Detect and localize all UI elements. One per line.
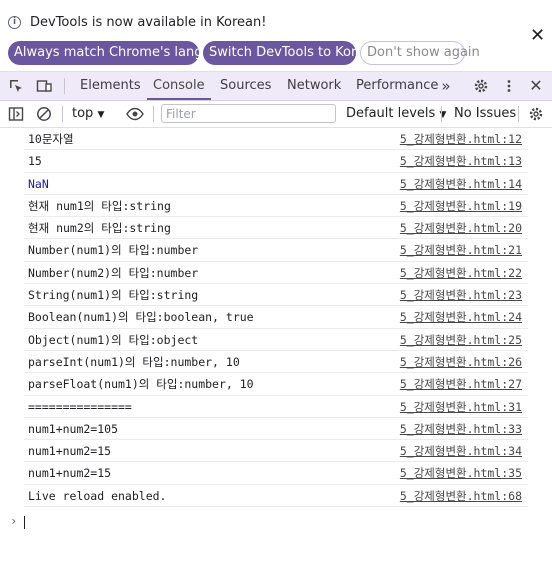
console-messages: 10문자열 5_강제형변환.html:12 15 5_강제형변환.html:13 NaN… [0,128,552,508]
console-message-row: 15 5_강제형변환.html:13 [24,150,528,173]
filter-input[interactable] [161,104,336,123]
source-link[interactable]: 5_강제형변환.html:12 [400,131,522,147]
console-message-row: parseFloat(num1)의 타입:number, 10 5_강제형변환.h… [24,373,528,396]
language-infobar: i DevTools is now available in Korean! ✕… [0,0,552,72]
console-message-text: 현재 num1의 타입:string [28,198,171,213]
context-selector[interactable]: top ▼ [72,105,104,124]
console-message-row: =============== 5_강제형변환.html:31 [24,396,528,418]
console-settings-gear-icon[interactable] [528,106,544,122]
info-icon: i [8,16,21,29]
live-expression-eye-icon[interactable] [126,106,144,122]
console-message-text: num1+num2=15 [28,444,112,459]
console-message-row: NaN 5_강제형변환.html:14 [24,173,528,195]
source-link[interactable]: 5_강제형변환.html:14 [400,176,522,192]
console-message-text: Object(num1)의 타입:object [28,332,199,347]
console-message-row: Number(num2)의 타입:number 5_강제형변환.html:22 [24,262,528,285]
source-link[interactable]: 5_강제형변환.html:13 [400,153,522,169]
source-link[interactable]: 5_강제형변환.html:19 [400,198,522,214]
console-message-row: String(num1)의 타입:string 5_강제형변환.html:23 [24,284,528,307]
toolbar-divider [518,106,519,122]
close-icon[interactable]: ✕ [530,27,545,45]
console-message-row: num1+num2=15 5_강제형변환.html:35 [24,462,528,485]
device-toolbar-icon[interactable] [36,78,52,94]
console-message-row: 현재 num2의 타입:string 5_강제형변환.html:20 [24,217,528,240]
source-link[interactable]: 5_강제형변환.html:33 [400,421,522,437]
console-message-text: String(num1)의 타입:string [28,288,199,303]
devtools-tabbar: Elements Console Sources Network Perform… [0,72,552,101]
source-link[interactable]: 5_강제형변환.html:34 [400,443,522,459]
console-message-row: num1+num2=105 5_강제형변환.html:33 [24,418,528,441]
console-message-row: 현재 num1의 타입:string 5_강제형변환.html:19 [24,195,528,218]
console-message-text: 15 [28,154,42,169]
switch-to-korean-button[interactable]: Switch DevTools to Korean [203,41,380,65]
console-message-row: parseInt(num1)의 타입:number, 10 5_강제형변환.htm… [24,351,528,374]
more-tabs-chevron-icon[interactable]: » [438,78,454,94]
more-options-kebab-icon[interactable] [501,78,517,94]
console-message-text: =============== [28,399,132,414]
source-link[interactable]: 5_강제형변환.html:24 [400,309,522,325]
close-devtools-icon[interactable]: ✕ [528,78,544,94]
console-message-row: num1+num2=15 5_강제형변환.html:34 [24,440,528,463]
source-link[interactable]: 5_강제형변환.html:26 [400,354,522,370]
console-message-text: 현재 num2의 타입:string [28,221,171,236]
issues-button[interactable]: No Issues [454,105,516,123]
source-link[interactable]: 5_강제형변환.html:22 [400,265,522,281]
tab-console[interactable]: Console [147,72,211,100]
chevron-down-icon: ▼ [97,110,105,120]
tab-elements[interactable]: Elements [80,72,141,100]
dont-show-again-button[interactable]: Don't show again [360,41,480,65]
console-input-caret[interactable] [24,516,25,529]
console-prompt-icon: › [10,514,18,528]
clear-console-icon[interactable] [36,106,52,122]
console-message-text: parseFloat(num1)의 타입:number, 10 [28,377,254,392]
log-levels-dropdown[interactable]: Default levels ▼ [346,105,446,124]
console-message-row: 10문자열 5_강제형변환.html:12 [24,128,528,151]
console-message-text: NaN [28,176,49,191]
source-link[interactable]: 5_강제형변환.html:25 [400,332,522,348]
console-message-row: Object(num1)의 타입:object 5_강제형변환.html:25 [24,329,528,351]
console-message-row: Live reload enabled. 5_강제형변환.html:68 [24,485,528,508]
source-link[interactable]: 5_강제형변환.html:21 [400,242,522,258]
source-link[interactable]: 5_강제형변환.html:68 [400,488,522,504]
console-message-text: Live reload enabled. [28,488,167,503]
console-message-text: Boolean(num1)의 타입:boolean, true [28,310,254,325]
console-message-text: num1+num2=15 [28,466,112,481]
infobar-message: DevTools is now available in Korean! [30,15,267,30]
source-link[interactable]: 5_강제형변환.html:27 [400,376,522,392]
console-message-text: num1+num2=105 [28,421,119,436]
tab-performance[interactable]: Performance [356,72,438,100]
log-levels-label: Default levels [346,106,436,121]
toolbar-divider [153,106,154,122]
inspect-element-icon[interactable] [8,78,24,94]
source-link[interactable]: 5_강제형변환.html:35 [400,465,522,481]
source-link[interactable]: 5_강제형변환.html:31 [400,399,522,415]
toolbar-divider [441,106,442,122]
console-message-text: 10문자열 [28,132,74,146]
console-toolbar: top ▼ Default levels ▼ No Issues [0,101,552,128]
console-message-text: parseInt(num1)의 타입:number, 10 [28,354,240,369]
console-message-row: Boolean(num1)의 타입:boolean, true 5_강제형변환.h… [24,306,528,329]
tab-network[interactable]: Network [287,72,341,100]
toolbar-divider [62,106,63,122]
tab-sources[interactable]: Sources [220,72,271,100]
console-message-text: Number(num1)의 타입:number [28,243,199,258]
toolbar-divider [64,78,65,94]
console-message-text: Number(num2)의 타입:number [28,265,199,280]
console-message-row: Number(num1)의 타입:number 5_강제형변환.html:21 [24,239,528,262]
source-link[interactable]: 5_강제형변환.html:20 [400,220,522,236]
settings-gear-icon[interactable] [473,78,489,94]
source-link[interactable]: 5_강제형변환.html:23 [400,287,522,303]
match-language-button[interactable]: Always match Chrome's language [8,41,235,65]
context-label: top [72,106,94,121]
sidebar-toggle-icon[interactable] [8,106,24,122]
